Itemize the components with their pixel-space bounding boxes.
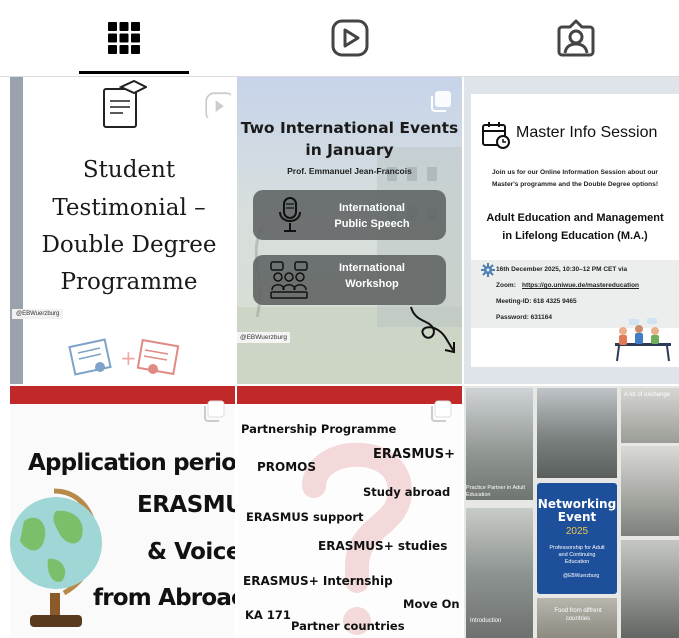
post-networking-event[interactable]: A lot of exchange Practice Partner in Ad… — [464, 386, 679, 638]
card-subtitle-line: and Continuing — [558, 552, 596, 558]
calendar-clock-icon — [482, 122, 510, 149]
post-partnership-programme[interactable]: Partnership Programme ERASMUS+ PROMOS St… — [237, 386, 462, 638]
photo-caption: A lot of exchange — [624, 392, 671, 398]
tab-posts[interactable] — [11, 0, 237, 76]
post-title-line: Two International Events — [240, 119, 459, 137]
card-year: 2025 — [565, 526, 589, 537]
tagged-person-icon — [557, 19, 595, 57]
left-border-strip — [10, 77, 23, 384]
event-label-line: International — [338, 262, 405, 274]
diploma-icon — [103, 79, 147, 128]
card-title-line: Networking — [537, 497, 617, 511]
post-student-testimonial[interactable]: Student Testimonial – Double Degree Prog… — [10, 77, 235, 384]
keyword: PROMOS — [257, 460, 317, 474]
handle-tag: @EBWuerzburg — [563, 573, 600, 579]
post-master-info-session[interactable]: Master Info Session Join us for our Onli… — [464, 77, 679, 384]
people-meeting-illustration — [615, 318, 671, 362]
carousel-icon — [431, 400, 452, 422]
photo-caption: Food from diffrent countries — [554, 608, 602, 622]
carousel-icon — [431, 91, 451, 112]
card-title-line: Event — [557, 510, 597, 524]
post-application-period[interactable]: Application perioc ERASMU! & Voice! from… — [10, 386, 235, 638]
speaker-name: Prof. Emmanuel Jean-Francois — [287, 166, 412, 176]
zoom-link: https://go.uniwue.de/mastereducation — [522, 282, 640, 289]
globe-icon — [10, 488, 102, 627]
reels-play-icon — [331, 19, 369, 57]
keyword: ERASMUS support — [246, 510, 364, 524]
session-date: 16th December 2025, 10:30–12 PM CET via — [496, 266, 628, 273]
event-label-line: Public Speech — [334, 218, 410, 230]
post-title-line: Programme — [60, 269, 198, 295]
carousel-icon — [204, 400, 225, 422]
photo — [537, 388, 617, 478]
keyword: ERASMUS+ studies — [318, 539, 448, 553]
post-title-line: in January — [305, 141, 394, 159]
svg-text:+: + — [120, 346, 137, 370]
keyword: Move On — [403, 597, 460, 611]
event-label-line: Workshop — [345, 278, 399, 290]
keyword: Study abroad — [363, 485, 451, 499]
handle-tag: @EBWuerzburg — [237, 332, 290, 343]
post-title-line: Student — [82, 157, 176, 183]
keyword: KA 171 — [245, 608, 291, 622]
headline-line: Application perioc — [28, 450, 235, 476]
post-title-line: Testimonial – — [52, 195, 206, 221]
zoom-label: Zoom: — [496, 282, 516, 289]
red-banner — [10, 386, 235, 404]
handle-tag: @EBWuerzburg — [12, 309, 64, 319]
card-subtitle-line: Professorship for Adult — [549, 545, 605, 551]
reel-play-icon — [205, 92, 231, 118]
certificates-icon: + — [68, 338, 180, 376]
photo-caption: Practice Partner in Adult Education — [466, 485, 526, 498]
photo-caption: Introduction — [470, 618, 502, 624]
post-international-events[interactable]: Two International Events in January Prof… — [237, 77, 462, 384]
keyword: Partner countries — [291, 619, 405, 633]
profile-tabs — [0, 0, 679, 76]
intro-line: Master's programme and the Double Degree… — [491, 181, 659, 188]
post-title: Master Info Session — [516, 124, 658, 141]
password: Password: 631164 — [496, 314, 553, 321]
headline-line: ERASMU! — [137, 492, 235, 518]
event-label-line: International — [338, 202, 405, 214]
grid-icon — [108, 22, 140, 54]
tab-tagged[interactable] — [463, 0, 679, 76]
photo — [466, 388, 533, 500]
photo — [621, 540, 679, 638]
program-line: Adult Education and Management — [486, 212, 664, 224]
curly-arrow-icon — [410, 306, 455, 354]
headline-line: from Abroac — [93, 585, 235, 611]
photo — [621, 446, 679, 536]
meeting-id: Meeting-ID: 618 4325 9465 — [496, 298, 577, 305]
keyword: ERASMUS+ — [373, 447, 456, 462]
workshop-people-icon — [270, 261, 308, 299]
tab-reels[interactable] — [237, 0, 463, 76]
post-title-line: Double Degree — [41, 232, 217, 258]
card-subtitle-line: Education — [564, 559, 590, 565]
headline-line: & Voice! — [147, 539, 235, 565]
intro-line: Join us for our Online Information Sessi… — [492, 169, 658, 176]
keyword: Partnership Programme — [241, 422, 397, 436]
red-banner — [237, 386, 462, 404]
keyword: ERASMUS+ Internship — [243, 574, 393, 588]
program-line: in Lifelong Education (M.A.) — [502, 230, 648, 242]
microphone-icon — [279, 197, 301, 232]
gear-icon — [481, 263, 495, 277]
